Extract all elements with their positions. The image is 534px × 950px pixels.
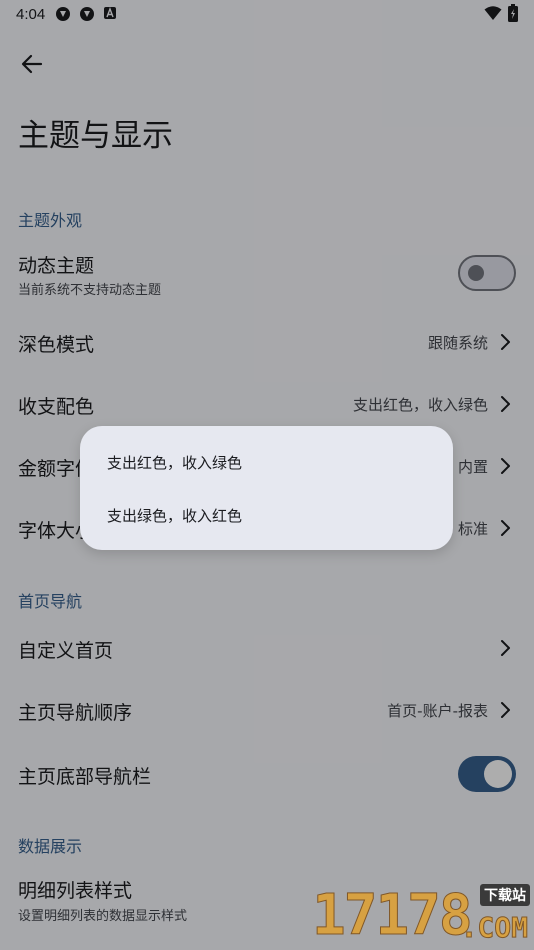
income-color-menu: 支出红色，收入绿色 支出绿色，收入红色 [80,426,453,550]
watermark-logo: 17178 .COM 下载站 [304,882,534,950]
watermark-tag: 下载站 [480,884,530,906]
menu-item-red-expense[interactable]: 支出红色，收入绿色 [80,436,453,488]
watermark-suffix: .COM [460,911,528,945]
menu-item-green-expense[interactable]: 支出绿色，收入红色 [80,489,453,541]
watermark-digits: 17178 [312,883,474,949]
